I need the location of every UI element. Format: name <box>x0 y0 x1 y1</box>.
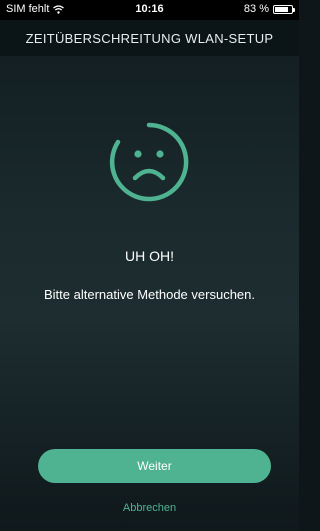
status-bar: SIM fehlt 10:16 83 % <box>0 0 299 20</box>
page-title: ZEITÜBERSCHREITUNG WLAN-SETUP <box>0 20 299 56</box>
wlan-setup-timeout-screen: SIM fehlt 10:16 83 % ZEITÜBERSCHREITUNG … <box>0 0 299 531</box>
cancel-link[interactable]: Abbrechen <box>0 502 299 514</box>
continue-button[interactable]: Weiter <box>38 449 271 483</box>
status-right: 83 % <box>243 3 295 15</box>
battery-icon <box>273 4 295 14</box>
battery-fill <box>275 6 289 12</box>
error-message: Bitte alternative Methode versuchen. <box>43 287 255 302</box>
sad-face-icon <box>109 122 189 202</box>
error-title: UH OH! <box>125 248 174 264</box>
battery-percent: 83 % <box>243 3 269 15</box>
